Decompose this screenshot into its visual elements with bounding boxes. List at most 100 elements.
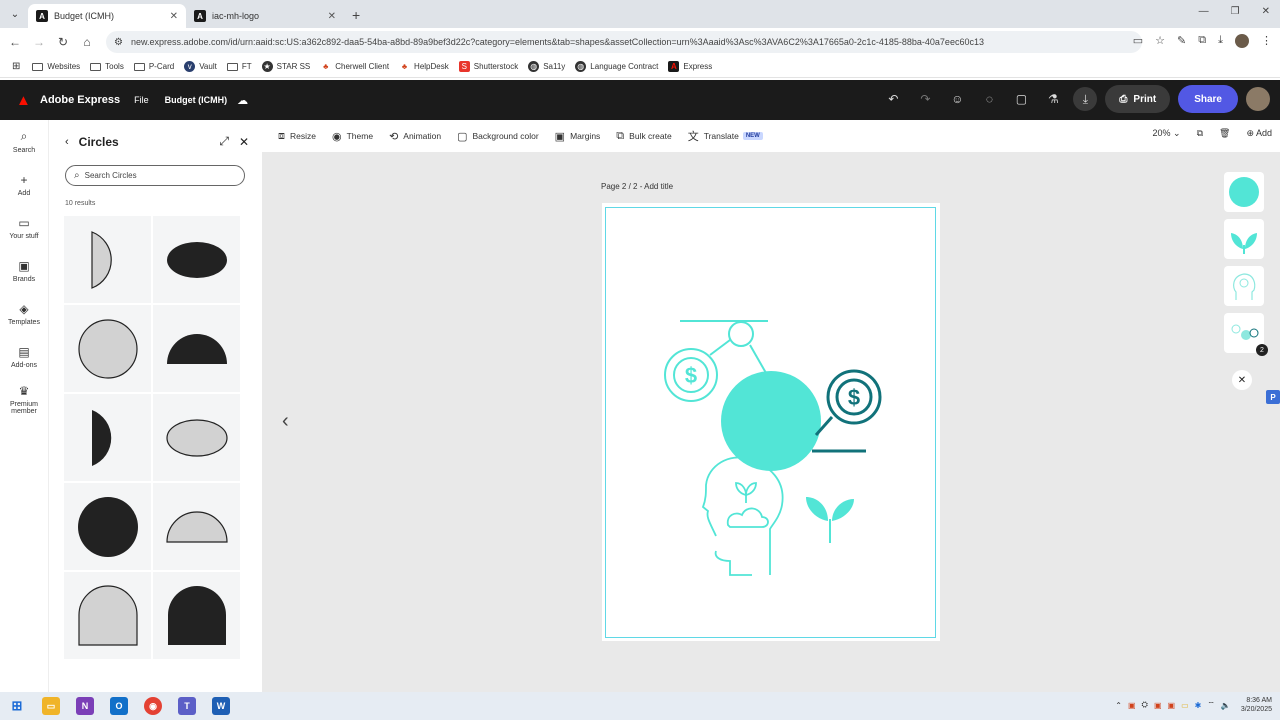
bookmark-item[interactable]: FT bbox=[226, 62, 252, 71]
leaf-sprout-icon[interactable] bbox=[806, 497, 854, 543]
close-window-icon[interactable]: ✕ bbox=[1262, 6, 1270, 17]
bookmark-item[interactable]: P-Card bbox=[133, 62, 174, 71]
extension-p-icon[interactable]: P bbox=[1266, 390, 1280, 404]
user-avatar[interactable] bbox=[1246, 87, 1270, 111]
file-menu[interactable]: File bbox=[134, 95, 149, 105]
rail-your-stuff[interactable]: ▭ Your stuff bbox=[0, 206, 48, 249]
teal-circle-shape[interactable] bbox=[721, 371, 821, 471]
extensions-icon[interactable]: ⧉ bbox=[1198, 34, 1206, 48]
bookmark-item[interactable]: A Express bbox=[668, 61, 712, 72]
shape-half-circle-right-dark[interactable] bbox=[64, 394, 151, 481]
forward-icon[interactable]: → bbox=[27, 35, 51, 49]
circles-search-input[interactable]: ⌕ Search Circles bbox=[65, 165, 245, 186]
thumb-group[interactable]: 2 bbox=[1224, 313, 1268, 356]
toolbar-background-color[interactable]: ▢ Background color bbox=[457, 130, 539, 143]
share-button[interactable]: Share bbox=[1178, 85, 1238, 113]
toolbar-resize[interactable]: ⧈ Resize bbox=[278, 130, 316, 143]
bookmark-item[interactable]: v Vault bbox=[184, 61, 217, 72]
shape-circle-dark[interactable] bbox=[64, 483, 151, 570]
close-selection-icon[interactable]: ✕ bbox=[1232, 370, 1252, 390]
minimize-icon[interactable]: — bbox=[1199, 6, 1209, 17]
tab-search-icon[interactable]: ⌄ bbox=[6, 5, 24, 23]
browser-tab-budget[interactable]: A Budget (ICMH) ✕ bbox=[28, 4, 186, 28]
outlook-icon[interactable]: O bbox=[110, 697, 128, 715]
tray-app-icon[interactable]: ▣ bbox=[1128, 701, 1136, 710]
restore-icon[interactable]: ❐ bbox=[1231, 6, 1240, 17]
windows-start-icon[interactable]: ⊞ bbox=[8, 697, 26, 715]
design-page[interactable]: $ $ bbox=[602, 203, 940, 641]
add-page-button[interactable]: ⊕ Add bbox=[1246, 128, 1272, 139]
shape-circle-light[interactable] bbox=[64, 305, 151, 392]
file-explorer-icon[interactable]: ▭ bbox=[42, 697, 60, 715]
site-info-icon[interactable]: ⚙ bbox=[114, 37, 123, 48]
undo-icon[interactable]: ↶ bbox=[881, 87, 905, 111]
onenote-icon[interactable]: N bbox=[76, 697, 94, 715]
rail-brands[interactable]: ▣ Brands bbox=[0, 249, 48, 292]
clock[interactable]: 8:36 AM 3/20/2025 bbox=[1241, 696, 1272, 714]
bookmark-item[interactable]: S Shutterstock bbox=[458, 61, 518, 72]
tab-close-icon[interactable]: ✕ bbox=[328, 11, 336, 22]
shape-arch-light[interactable] bbox=[64, 572, 151, 659]
document-title[interactable]: Budget (ICMH) bbox=[165, 95, 228, 105]
chevron-up-icon[interactable]: ⌃ bbox=[1115, 701, 1122, 710]
download-icon[interactable]: ⤓ bbox=[1218, 34, 1223, 48]
profile-avatar[interactable] bbox=[1235, 34, 1249, 48]
tray-app-icon[interactable]: ▣ bbox=[1154, 701, 1162, 710]
toolbar-margins[interactable]: ▣ Margins bbox=[555, 130, 601, 143]
bookmark-item[interactable]: ◍ Sa11y bbox=[528, 61, 565, 72]
rail-premium[interactable]: ♛ Premium member bbox=[0, 378, 48, 421]
app-name[interactable]: Adobe Express bbox=[40, 94, 120, 106]
coin-light-icon[interactable]: $ bbox=[664, 348, 718, 402]
toolbar-translate[interactable]: 文 Translate NEW bbox=[688, 128, 763, 144]
browser-tab-logo[interactable]: A iac-mh-logo ✕ bbox=[186, 4, 344, 28]
volume-icon[interactable]: 🔈 bbox=[1221, 701, 1231, 710]
star-icon[interactable]: ☆ bbox=[1155, 34, 1165, 48]
bluetooth-icon[interactable]: ✱ bbox=[1195, 701, 1202, 710]
invite-user-icon[interactable]: ☺ bbox=[945, 87, 969, 111]
url-field[interactable]: ⚙ new.express.adobe.com/id/urn:aaid:sc:U… bbox=[106, 31, 1142, 53]
toolbar-bulk-create[interactable]: ⧉ Bulk create bbox=[616, 130, 671, 143]
pen-icon[interactable]: ✎ bbox=[1177, 34, 1186, 48]
shape-dome-dark[interactable] bbox=[153, 305, 240, 392]
bookmark-item[interactable]: ♣ HelpDesk bbox=[399, 61, 449, 72]
zoom-select[interactable]: 20% ⌄ bbox=[1153, 128, 1181, 139]
trash-icon[interactable]: 🗑 bbox=[1219, 128, 1230, 139]
wifi-icon[interactable]: ⌔ bbox=[1207, 700, 1215, 710]
rail-add[interactable]: + Add bbox=[0, 163, 48, 206]
word-icon[interactable]: W bbox=[212, 697, 230, 715]
back-arrow-icon[interactable]: ‹ bbox=[65, 136, 69, 148]
adobe-logo-icon[interactable]: ▲ bbox=[16, 92, 32, 109]
cloud-icon[interactable]: ☁ bbox=[237, 94, 248, 107]
shape-arch-dark[interactable] bbox=[153, 572, 240, 659]
bookmark-item[interactable]: ★ STAR SS bbox=[261, 61, 310, 72]
tray-app-icon[interactable]: ▣ bbox=[1168, 701, 1176, 710]
bookmark-item[interactable]: ♣ Cherwell Client bbox=[320, 61, 389, 72]
clipboard-icon[interactable]: ▭ bbox=[1133, 34, 1143, 48]
rail-search[interactable]: ⌕ Search bbox=[0, 120, 48, 163]
new-tab-button[interactable]: + bbox=[352, 7, 360, 23]
teams-icon[interactable]: T bbox=[178, 697, 196, 715]
comment-icon[interactable]: ▢ bbox=[1009, 87, 1033, 111]
shape-half-circle-right-light[interactable] bbox=[64, 216, 151, 303]
tray-app-icon[interactable]: ▭ bbox=[1181, 701, 1189, 710]
rail-templates[interactable]: ◈ Templates bbox=[0, 292, 48, 335]
home-icon[interactable]: ⌂ bbox=[75, 35, 99, 49]
close-icon[interactable]: ✕ bbox=[239, 135, 249, 149]
toolbar-animation[interactable]: ⟲ Animation bbox=[389, 130, 441, 143]
coin-dark-icon[interactable]: $ bbox=[812, 369, 882, 453]
chrome-icon[interactable]: ◉ bbox=[144, 697, 162, 715]
reload-icon[interactable]: ↻ bbox=[51, 35, 75, 49]
thumb-leaf[interactable] bbox=[1224, 219, 1264, 259]
back-icon[interactable]: ← bbox=[3, 35, 27, 49]
pages-icon[interactable]: ⧉ bbox=[1197, 128, 1203, 139]
head-plant-icon[interactable] bbox=[701, 456, 784, 576]
flask-icon[interactable]: ⚗ bbox=[1041, 87, 1065, 111]
rail-addons[interactable]: ▤ Add-ons bbox=[0, 335, 48, 378]
thumb-head[interactable] bbox=[1224, 266, 1264, 306]
lightbulb-icon[interactable]: ◌ bbox=[977, 87, 1001, 111]
bookmark-item[interactable]: ◍ Language Contract bbox=[575, 61, 658, 72]
menu-icon[interactable]: ⋮ bbox=[1261, 34, 1272, 48]
tray-app-icon[interactable]: ⛭ bbox=[1142, 700, 1148, 710]
tab-close-icon[interactable]: ✕ bbox=[170, 11, 178, 22]
shape-ellipse-dark[interactable] bbox=[153, 216, 240, 303]
